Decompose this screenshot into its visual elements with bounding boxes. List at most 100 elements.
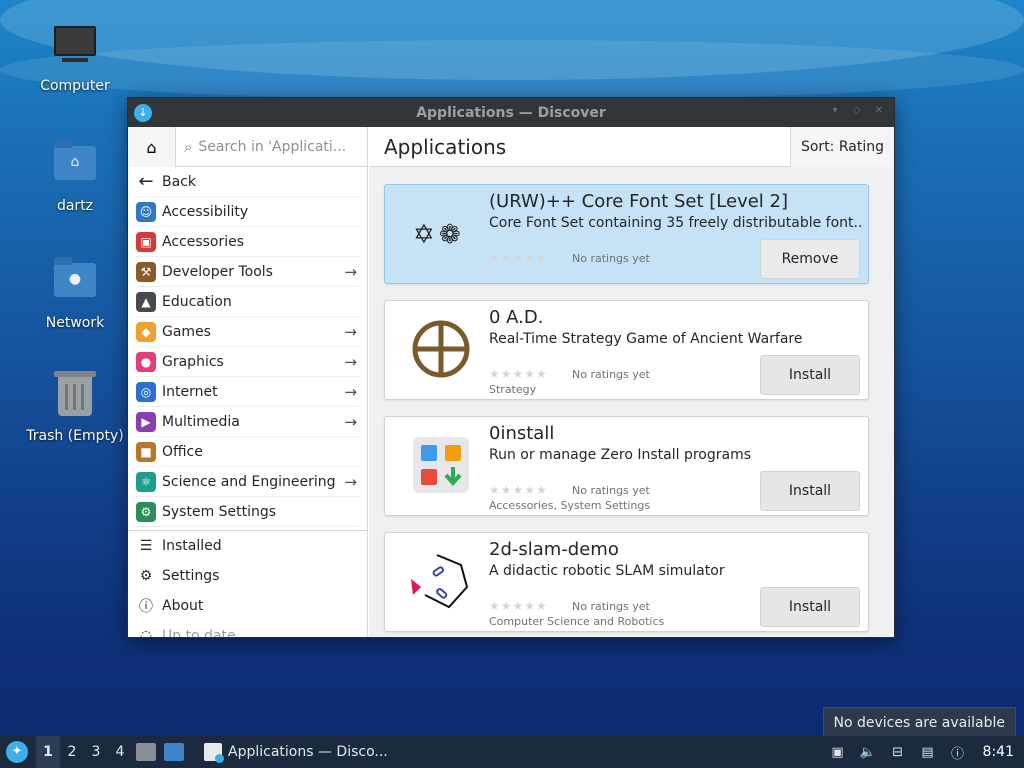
sidebar-item-installed[interactable]: ☰ Installed <box>136 531 359 561</box>
sidebar-item-science-and-engineering[interactable]: ⚛ Science and Engineering → <box>136 467 359 497</box>
network-icon[interactable]: ⊟ <box>889 743 907 761</box>
sidebar-item-developer-tools[interactable]: ⚒ Developer Tools → <box>136 257 359 287</box>
install-button[interactable]: Install <box>760 471 860 511</box>
remove-button[interactable]: Remove <box>760 239 860 279</box>
rating-stars-icon: ★★★★★ <box>489 599 548 613</box>
workspace-1[interactable]: 1 <box>36 736 60 768</box>
desktop-icon-label: Computer <box>40 78 110 94</box>
sidebar-item-accessibility[interactable]: ☺ Accessibility <box>136 197 359 227</box>
home-button[interactable]: ⌂ <box>128 127 176 167</box>
clipboard-icon[interactable]: ▤ <box>919 743 937 761</box>
desktop-icon-label: Trash (Empty) <box>26 428 124 444</box>
app-name: 0install <box>489 423 555 444</box>
desktop-icon-trash[interactable]: Trash (Empty) <box>20 371 130 444</box>
app-summary: A didactic robotic SLAM simulator <box>489 563 725 579</box>
app-card[interactable]: 0 A.D. Real-Time Strategy Game of Ancient… <box>384 300 869 400</box>
svg-text:✡: ✡ <box>413 220 435 250</box>
sidebar-item-label: Settings <box>162 568 220 584</box>
sidebar-item-label: System Settings <box>162 503 277 520</box>
sidebar-item-office[interactable]: ■ Office <box>136 437 359 467</box>
sidebar-item-up-to-date[interactable]: ◌ Up to date <box>136 621 359 637</box>
sidebar-item-internet[interactable]: ◎ Internet → <box>136 377 359 407</box>
sidebar-item-education[interactable]: ▲ Education <box>136 287 359 317</box>
desktop-icon-label: Network <box>45 315 105 331</box>
updates-icon[interactable]: ⓘ <box>949 743 967 762</box>
workspace-4[interactable]: 4 <box>108 736 132 768</box>
desktop-icon-home[interactable]: ⌂ dartz <box>20 138 130 214</box>
submenu-arrow-icon: → <box>344 352 357 371</box>
sort-button[interactable]: Sort: Rating <box>789 127 894 167</box>
window-titlebar[interactable]: ↓ Applications — Discover ▾ ◇ ✕ <box>128 98 894 127</box>
submenu-arrow-icon: → <box>344 472 357 491</box>
robot-slam-icon <box>411 551 471 611</box>
application-launcher-icon[interactable]: ✦ <box>6 741 28 763</box>
files-icon[interactable] <box>136 743 156 761</box>
page-title: Applications <box>384 134 507 159</box>
minimize-icon[interactable]: ▾ <box>828 104 842 118</box>
workspace-2[interactable]: 2 <box>60 736 84 768</box>
taskbar: ✦ 1234 Applications — Disco... ▣ 🔈 ⊟ ▤ ⓘ… <box>0 736 1024 768</box>
clock[interactable]: 8:41 <box>983 744 1014 760</box>
sidebar-item-label: Developer Tools <box>162 263 273 280</box>
taskbar-task-discover[interactable]: Applications — Disco... <box>198 736 394 768</box>
app-card[interactable]: ✡ ❁ (URW)++ Core Font Set [Level 2] Core Fo… <box>384 184 869 284</box>
sidebar-item-system-settings[interactable]: ⚙ System Settings <box>136 497 359 527</box>
rating-text: No ratings yet <box>572 252 650 265</box>
font-glyphs-icon: ✡ ❁ <box>411 203 471 263</box>
desktop-icon-label: dartz <box>56 198 94 214</box>
app-category: Accessories, System Settings <box>489 499 651 512</box>
sidebar-item-label: About <box>162 598 204 614</box>
app-summary: Run or manage Zero Install programs <box>489 447 752 463</box>
rating-text: No ratings yet <box>572 484 650 497</box>
update-icon: ◌ <box>139 628 153 637</box>
discover-window: ↓ Applications — Discover ▾ ◇ ✕ ⌂ ⌕ Sear… <box>127 97 895 638</box>
back-button[interactable]: ← Back <box>136 167 359 197</box>
sidebar-item-label: Up to date <box>162 628 236 637</box>
app-name: 2d-slam-demo <box>489 539 619 560</box>
volume-icon[interactable]: 🔈 <box>859 743 877 761</box>
app-name: 0 A.D. <box>489 307 544 328</box>
app-summary: Core Font Set containing 35 freely distr… <box>489 215 864 231</box>
desktop-icon-computer[interactable]: Computer <box>20 22 130 94</box>
app-category: Strategy <box>489 383 537 396</box>
discover-task-icon <box>204 743 224 763</box>
accessibility-icon: ☺ <box>136 201 156 222</box>
rating-stars-icon: ★★★★★ <box>489 251 548 265</box>
background-wave <box>0 40 1024 100</box>
discover-app-icon[interactable]: ↓ <box>134 103 152 122</box>
device-notifier-icon[interactable]: ▣ <box>829 743 847 761</box>
sidebar-item-label: Installed <box>162 538 222 554</box>
search-input[interactable]: ⌕ Search in 'Applicati... <box>176 127 367 166</box>
install-button[interactable]: Install <box>760 355 860 395</box>
sidebar-item-accessories[interactable]: ▣ Accessories <box>136 227 359 257</box>
sidebar-item-label: Multimedia <box>162 413 240 430</box>
sidebar-item-label: Accessories <box>162 233 245 250</box>
search-placeholder: Search in 'Applicati... <box>198 138 347 155</box>
close-icon[interactable]: ✕ <box>872 104 886 118</box>
home-icon: ⌂ <box>146 137 157 157</box>
desktop-icon-network[interactable]: ● Network <box>20 255 130 331</box>
app-card[interactable]: 2d-slam-demo A didactic robotic SLAM simu… <box>384 532 869 632</box>
sidebar-item-graphics[interactable]: ● Graphics → <box>136 347 359 377</box>
rating-text: No ratings yet <box>572 600 650 613</box>
app-card[interactable]: 0install Run or manage Zero Install progr… <box>384 416 869 516</box>
rating-stars-icon: ★★★★★ <box>489 367 548 381</box>
install-button[interactable]: Install <box>760 587 860 627</box>
sidebar-item-about[interactable]: ⓘ About <box>136 591 359 621</box>
sidebar-item-label: Graphics <box>162 353 224 370</box>
sidebar-item-settings[interactable]: ⚙ Settings <box>136 561 359 591</box>
sidebar-item-games[interactable]: ◆ Games → <box>136 317 359 347</box>
maximize-icon[interactable]: ◇ <box>850 104 864 118</box>
sidebar-item-label: Internet <box>162 383 218 400</box>
settings-shield-icon: ⚙ <box>136 501 156 522</box>
workspace-3[interactable]: 3 <box>84 736 108 768</box>
show-desktop-icon[interactable] <box>164 743 184 761</box>
rating-text: No ratings yet <box>572 368 650 381</box>
submenu-arrow-icon: → <box>344 262 357 281</box>
submenu-arrow-icon: → <box>344 412 357 431</box>
sidebar-item-label: Education <box>162 293 232 310</box>
sidebar-item-multimedia[interactable]: ▶ Multimedia → <box>136 407 359 437</box>
gear-icon: ⚙ <box>139 568 153 584</box>
sidebar-item-label: Science and Engineering <box>162 473 336 490</box>
back-label: Back <box>162 173 196 190</box>
